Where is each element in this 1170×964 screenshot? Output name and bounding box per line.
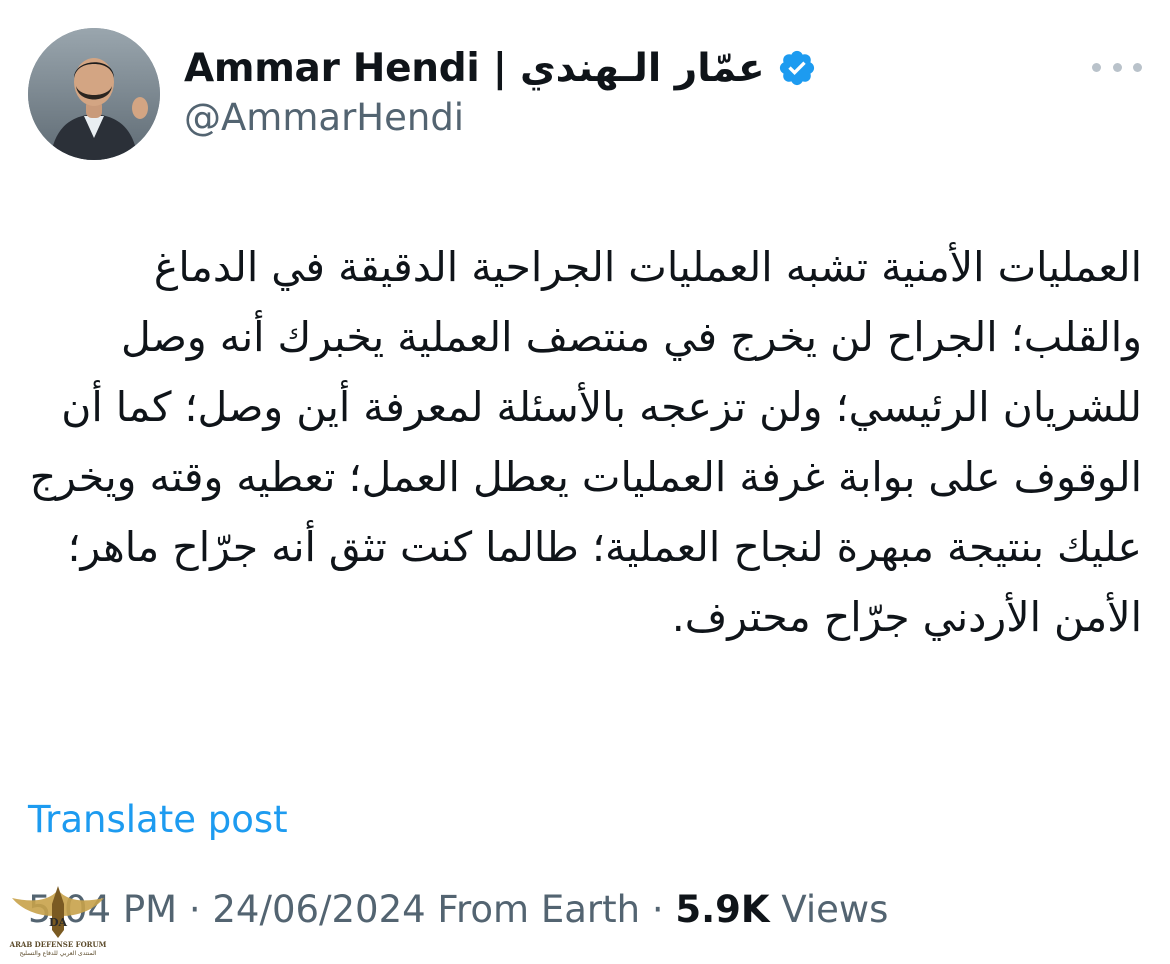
author-display-name[interactable]: Ammar Hendi | عمّار الـهندي — [184, 46, 765, 91]
post-time[interactable]: 5:04 PM — [28, 888, 177, 931]
meta-separator: · — [640, 888, 676, 931]
more-dot — [1112, 62, 1122, 72]
author-handle[interactable]: @AmmarHendi — [184, 96, 464, 139]
more-options-icon[interactable] — [1092, 50, 1142, 84]
avatar-photo — [28, 28, 160, 160]
watermark-title: ARAB DEFENSE FORUM — [9, 940, 107, 949]
more-dot — [1092, 62, 1101, 72]
post-text: العمليات الأمنية تشبه العمليات الجراحية … — [16, 243, 1142, 641]
post-date[interactable]: 24/06/2024 — [212, 888, 425, 931]
watermark-subtitle: المنتدى العربي للدفاع والتسليح — [19, 950, 97, 957]
post-source: From Earth — [437, 888, 641, 931]
verified-badge-icon[interactable] — [777, 48, 817, 88]
translate-post-link[interactable]: Translate post — [28, 798, 288, 841]
author-avatar[interactable] — [28, 28, 160, 160]
views-count[interactable]: 5.9K — [675, 888, 769, 931]
more-dot — [1133, 62, 1142, 72]
views-label: Views — [781, 888, 889, 931]
post-meta: 5:04 PM · 24/06/2024 From Earth · 5.9K V… — [28, 888, 888, 931]
author-name-row[interactable]: Ammar Hendi | عمّار الـهندي — [184, 40, 817, 96]
meta-separator: · — [177, 888, 213, 931]
